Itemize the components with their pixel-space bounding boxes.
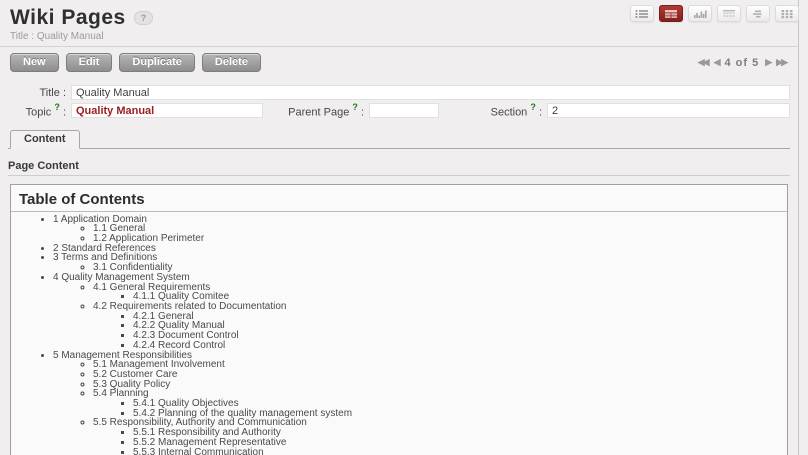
graph-icon bbox=[693, 9, 707, 19]
page-content-separator: Page Content bbox=[8, 160, 790, 176]
view-switcher bbox=[630, 5, 799, 22]
toc-title: Table of Contents bbox=[11, 185, 787, 212]
form-icon bbox=[664, 9, 678, 19]
section-field-input[interactable] bbox=[547, 103, 790, 118]
wiki-page-form: Wiki Pages ? Title : Quality Manual New … bbox=[0, 0, 799, 455]
kanban-icon bbox=[780, 9, 794, 19]
toc-item[interactable]: 5.2 Customer Care bbox=[93, 370, 787, 380]
toc-item[interactable]: 1.2 Application Perimeter bbox=[93, 234, 787, 244]
toc-item[interactable]: 4 Quality Management System4.1 General R… bbox=[53, 273, 787, 351]
title-field-input[interactable] bbox=[71, 85, 790, 100]
parent-page-help-icon[interactable]: ? bbox=[352, 102, 358, 112]
toc-item[interactable]: 5.5 Responsibility, Authority and Commun… bbox=[93, 418, 787, 455]
toc-item[interactable]: 5.1 Management Involvement bbox=[93, 360, 787, 370]
table-of-contents: 1 Application Domain1.1 General1.2 Appli… bbox=[11, 212, 787, 455]
parent-page-field-input[interactable] bbox=[369, 103, 439, 118]
toc-item[interactable]: 4.1 General Requirements4.1.1 Quality Co… bbox=[93, 283, 787, 302]
toc-item[interactable]: 1 Application Domain1.1 General1.2 Appli… bbox=[53, 215, 787, 244]
edit-button[interactable]: Edit bbox=[66, 53, 113, 72]
pager-prev-icon[interactable]: ◀ bbox=[714, 57, 719, 68]
topic-help-icon[interactable]: ? bbox=[54, 102, 60, 112]
record-pager: ◀◀ ◀ 4 of 5 ▶ ▶▶ bbox=[698, 57, 788, 69]
title-help-icon[interactable]: ? bbox=[134, 11, 154, 25]
record-subtitle: Title : Quality Manual bbox=[10, 31, 788, 42]
pager-first-icon[interactable]: ◀◀ bbox=[698, 57, 708, 68]
pager-count: 4 of 5 bbox=[725, 57, 760, 69]
topic-field-label: Topic ? : bbox=[8, 103, 66, 119]
section-help-icon[interactable]: ? bbox=[530, 102, 536, 112]
wiki-rendered-content: Table of Contents 1 Application Domain1.… bbox=[10, 184, 788, 455]
form-fields: Title : Topic ? : Parent Page ? : Sectio… bbox=[8, 85, 790, 119]
toc-item[interactable]: 3 Terms and Definitions3.1 Confidentiali… bbox=[53, 253, 787, 272]
page-title: Wiki Pages bbox=[10, 6, 126, 30]
pager-next-icon[interactable]: ▶ bbox=[765, 57, 770, 68]
form-view-icon[interactable] bbox=[659, 5, 683, 22]
delete-button[interactable]: Delete bbox=[202, 53, 261, 72]
toc-item[interactable]: 2 Standard References bbox=[53, 244, 787, 254]
gantt-view-icon[interactable] bbox=[746, 5, 770, 22]
tab-content[interactable]: Content bbox=[10, 130, 80, 149]
toc-item[interactable]: 5.4 Planning5.4.1 Quality Objectives5.4.… bbox=[93, 389, 787, 418]
gantt-icon bbox=[751, 9, 765, 19]
toc-item[interactable]: 4.2.3 Document Control bbox=[133, 331, 787, 341]
parent-page-field-label: Parent Page ? : bbox=[268, 103, 364, 119]
section-field-label: Section ? : bbox=[444, 103, 542, 119]
notebook-tabs: Content bbox=[8, 129, 790, 149]
toc-item[interactable]: 5.3 Quality Policy bbox=[93, 380, 787, 390]
list-icon bbox=[635, 9, 649, 19]
pager-last-icon[interactable]: ▶▶ bbox=[776, 57, 786, 68]
toc-item[interactable]: 3.1 Confidentiality bbox=[93, 263, 787, 273]
calendar-icon bbox=[722, 9, 736, 19]
toc-item[interactable]: 5 Management Responsibilities5.1 Managem… bbox=[53, 351, 787, 455]
toolbar: New Edit Duplicate Delete ◀◀ ◀ 4 of 5 ▶ … bbox=[0, 47, 798, 77]
title-field-label: Title : bbox=[8, 87, 66, 99]
kanban-view-icon[interactable] bbox=[775, 5, 799, 22]
toc-item[interactable]: 5.5.3 Internal Communication bbox=[133, 448, 787, 455]
new-button[interactable]: New bbox=[10, 53, 59, 72]
list-view-icon[interactable] bbox=[630, 5, 654, 22]
calendar-view-icon[interactable] bbox=[717, 5, 741, 22]
toc-item[interactable]: 4.2.4 Record Control bbox=[133, 341, 787, 351]
graph-view-icon[interactable] bbox=[688, 5, 712, 22]
toc-item[interactable]: 4.2.1 General bbox=[133, 312, 787, 322]
topic-field-input[interactable] bbox=[71, 103, 263, 118]
duplicate-button[interactable]: Duplicate bbox=[119, 53, 195, 72]
toc-item[interactable]: 4.2 Requirements related to Documentatio… bbox=[93, 302, 787, 351]
